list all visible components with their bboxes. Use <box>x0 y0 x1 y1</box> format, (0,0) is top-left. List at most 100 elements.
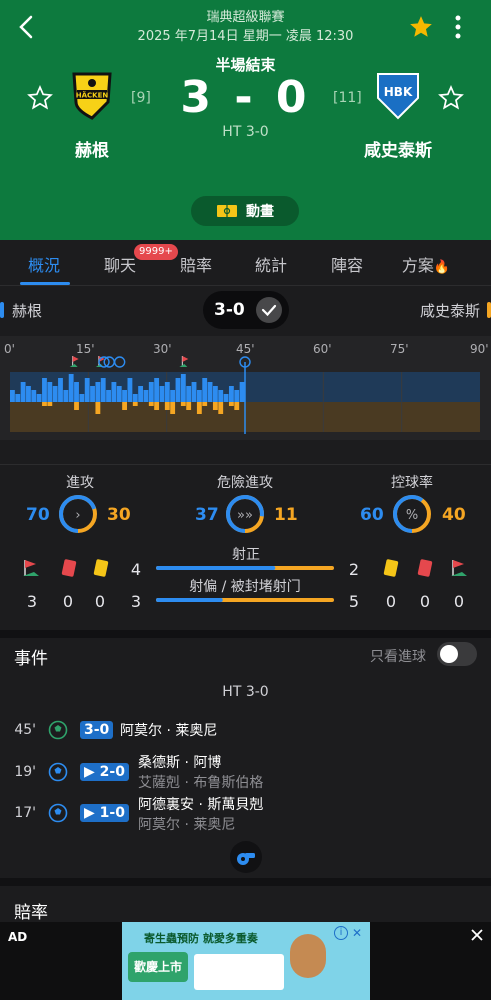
chevron-right-icon: › <box>75 508 80 523</box>
home-pressure-bar <box>127 378 133 402</box>
away-yellow: 0 <box>385 592 397 611</box>
ad-close-small-icon[interactable]: ✕ <box>352 926 362 940</box>
home-pressure-bar <box>68 374 74 402</box>
goals-only-label: 只看進球 <box>370 649 426 665</box>
home-pressure-bar <box>154 378 160 402</box>
away-pressure-bar <box>202 402 208 406</box>
check-icon[interactable] <box>255 296 283 324</box>
away-pressure-bar <box>42 402 47 406</box>
home-pressure-bar <box>31 390 37 402</box>
percent-icon: % <box>406 508 418 523</box>
yellow-card-icon <box>383 559 399 577</box>
bar-home-segment <box>156 566 276 570</box>
event-scorer[interactable]: 桑德斯 · 阿博 <box>138 752 221 772</box>
favorite-star-icon[interactable] <box>408 14 434 40</box>
away-logo-text: HBK <box>384 85 413 99</box>
home-pressure-bar <box>196 390 202 402</box>
tab-overview[interactable]: 概況 <box>14 252 74 276</box>
tab-plans[interactable]: 方案🔥 <box>396 252 456 276</box>
home-pressure-bar <box>116 386 122 402</box>
ad-info-icon[interactable]: i <box>334 926 348 940</box>
away-red: 0 <box>419 592 431 611</box>
close-icon[interactable] <box>470 928 484 942</box>
home-pressure-bar <box>143 390 149 402</box>
home-pressure-bar <box>52 386 58 402</box>
away-pressure-bar <box>218 402 224 414</box>
home-pressure-bar <box>212 386 218 402</box>
soccer-ball-icon <box>48 803 68 823</box>
home-pressure-bar <box>106 390 111 402</box>
away-pressure-bar <box>180 402 186 406</box>
match-score: 3 - 0 <box>180 72 311 123</box>
tab-lineup[interactable]: 陣容 <box>317 252 377 276</box>
home-pressure-bar <box>164 382 170 402</box>
home-pressure-bar <box>84 378 90 402</box>
home-pressure-bar <box>234 390 240 402</box>
home-team-logo[interactable]: HÄCKEN <box>66 68 118 120</box>
home-pressure-bar <box>90 386 95 402</box>
home-follow-star-icon[interactable] <box>27 85 53 111</box>
red-card-icon <box>61 559 77 577</box>
home-pressure-bar <box>132 394 138 402</box>
whistle-icon <box>230 841 262 873</box>
stat-away-possession: 40 <box>442 505 466 525</box>
animation-button[interactable]: 動畫 <box>191 196 299 226</box>
home-pressure-bar <box>228 386 234 402</box>
home-pressure-bar <box>100 378 106 402</box>
ad-banner[interactable]: 寄生蟲預防 就愛多重奏 歡慶上市 i ✕ <box>122 922 370 1000</box>
events-title: 事件 <box>14 649 48 669</box>
shots-on-label: 射正 <box>232 547 260 563</box>
home-pressure-bar <box>42 378 47 402</box>
event-scorer[interactable]: 阿莫尔 · 莱奥尼 <box>120 720 217 740</box>
stat-away-dangerous: 11 <box>274 505 298 525</box>
odds-title[interactable]: 賠率 <box>14 898 48 923</box>
away-rank: [11] <box>333 90 362 106</box>
away-pressure-bar <box>74 402 79 410</box>
away-corners: 0 <box>453 592 465 611</box>
event-score: 3-0 <box>80 721 114 739</box>
chat-badge: 9999+ <box>134 244 178 260</box>
active-tab-underline <box>20 282 70 285</box>
event-scorer[interactable]: 阿德裏安 · 斯萬貝剋 <box>138 794 263 814</box>
shots-on-away: 2 <box>348 560 360 579</box>
home-pressure-bar <box>36 394 42 402</box>
home-pressure-bar <box>63 390 69 402</box>
away-pressure-bar <box>196 402 202 414</box>
attack-ring: › <box>59 495 97 533</box>
home-pressure-bar <box>218 390 224 402</box>
home-team-name[interactable]: 赫根 <box>52 136 132 161</box>
ad-headline: 寄生蟲預防 就愛多重奏 <box>144 932 258 945</box>
away-team-logo[interactable]: HBK <box>372 68 424 120</box>
event-assist[interactable]: 阿莫尔 · 莱奥尼 <box>138 814 235 834</box>
away-team-name[interactable]: 咸史泰斯 <box>356 136 440 161</box>
away-pressure-bar <box>122 402 127 410</box>
corner-marker-icon[interactable] <box>69 356 79 367</box>
stat-title-possession: 控球率 <box>391 475 433 491</box>
triple-chevron-icon: »» <box>237 508 253 523</box>
away-follow-star-icon[interactable] <box>438 85 464 111</box>
event-assist[interactable]: 艾薩剋 · 布鲁斯伯格 <box>138 772 263 792</box>
league-name: 瑞典超級聯賽 <box>206 10 285 25</box>
home-pressure-bar <box>170 390 176 402</box>
home-pressure-bar <box>207 382 213 402</box>
goal-marker-icon[interactable] <box>113 356 126 368</box>
away-pressure-bar <box>234 402 240 410</box>
stat-away-attack: 30 <box>107 505 131 525</box>
home-pressure-bar <box>180 374 186 402</box>
corner-marker-icon[interactable] <box>179 356 189 367</box>
bar-home-segment <box>156 598 223 602</box>
home-pressure-bar <box>47 382 53 402</box>
shots-off-home: 3 <box>130 592 142 611</box>
home-pressure-bar <box>26 386 31 402</box>
red-card-icon <box>417 559 433 577</box>
back-arrow-icon[interactable] <box>12 12 42 42</box>
pressure-chart <box>10 356 480 434</box>
home-pressure-bar <box>159 386 165 402</box>
home-pressure-bar <box>111 382 117 402</box>
tab-stats[interactable]: 統計 <box>241 252 301 276</box>
shots-off-bar <box>156 598 334 602</box>
home-yellow: 0 <box>94 592 106 611</box>
timeline-home-name: 赫根 <box>12 302 43 320</box>
home-pressure-bar <box>191 382 197 402</box>
more-options-icon[interactable] <box>448 14 468 40</box>
